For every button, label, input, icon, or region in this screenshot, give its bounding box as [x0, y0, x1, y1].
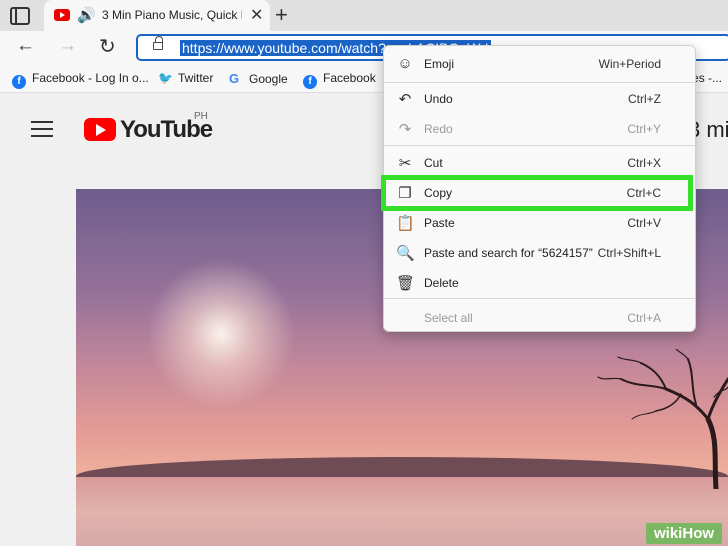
menu-item-label: Undo: [424, 92, 453, 106]
scissors-icon: ✂: [398, 155, 412, 172]
menu-item-shortcut: Ctrl+A: [627, 311, 661, 325]
copy-highlight-box: [381, 175, 693, 211]
tab-actions-icon[interactable]: [10, 7, 30, 25]
menu-separator: [384, 82, 695, 83]
tab-active[interactable]: 🔊 3 Min Piano Music, Quick Piano ✕: [44, 0, 270, 31]
menu-item-label: Cut: [424, 156, 443, 170]
wikihow-watermark: wikiHow: [646, 523, 723, 544]
bookmark-facebook-login[interactable]: f Facebook - Log In o...: [12, 71, 149, 89]
bookmark-twitter[interactable]: 🐦 Twitter: [158, 71, 213, 85]
menu-item-label: Emoji: [424, 57, 455, 71]
menu-item-paste-search[interactable]: 🔍 Paste and search for “5624157” Ctrl+Sh…: [384, 239, 697, 267]
redo-icon: ↷: [398, 121, 412, 138]
menu-item-cut[interactable]: ✂ Cut Ctrl+X: [384, 149, 697, 177]
close-tab-icon[interactable]: ✕: [250, 5, 263, 25]
new-tab-button[interactable]: +: [275, 2, 288, 28]
video-tree: [597, 349, 728, 489]
menu-item-emoji[interactable]: ☺ Emoji Win+Period: [384, 50, 697, 78]
bookmark-label: Facebook: [323, 71, 376, 85]
forward-button[interactable]: →: [58, 35, 77, 57]
menu-separator: [384, 145, 695, 146]
reload-button[interactable]: ↻: [99, 34, 116, 59]
paste-icon: 📋: [396, 215, 415, 232]
watermark-prefix: wiki: [654, 525, 683, 542]
facebook-icon: f: [303, 75, 317, 89]
menu-item-label: Redo: [424, 122, 453, 136]
menu-item-label: Paste: [424, 216, 455, 230]
google-icon: G: [229, 71, 240, 86]
tab-strip: 🔊 3 Min Piano Music, Quick Piano ✕ +: [0, 0, 728, 31]
menu-item-shortcut: Ctrl+V: [627, 216, 661, 230]
menu-item-shortcut: Ctrl+Y: [627, 122, 661, 136]
menu-item-shortcut: Ctrl+X: [627, 156, 661, 170]
menu-item-select-all: Select all Ctrl+A: [384, 304, 697, 332]
video-sun: [146, 259, 296, 409]
menu-item-label: Select all: [424, 311, 473, 325]
lock-icon[interactable]: [153, 36, 163, 50]
menu-item-undo[interactable]: ↶ Undo Ctrl+Z: [384, 85, 697, 113]
speaker-icon[interactable]: 🔊: [77, 6, 96, 24]
menu-item-paste[interactable]: 📋 Paste Ctrl+V: [384, 209, 697, 237]
back-button[interactable]: ←: [16, 35, 35, 57]
menu-item-label: Paste and search for “5624157”: [424, 246, 593, 260]
menu-item-redo: ↷ Redo Ctrl+Y: [384, 115, 697, 143]
bookmark-label: Twitter: [178, 71, 214, 85]
watermark-suffix: How: [682, 525, 715, 542]
bookmark-label: Google: [249, 72, 288, 86]
paste-search-icon: 🔍: [396, 245, 415, 262]
bookmark-facebook[interactable]: f Facebook: [303, 71, 376, 89]
youtube-favicon-icon: [54, 9, 70, 21]
menu-item-shortcut: Ctrl+Z: [628, 92, 661, 106]
menu-item-delete[interactable]: 🗑 Delete: [384, 269, 697, 297]
youtube-play-icon: [84, 118, 116, 141]
bookmark-google[interactable]: G Google: [229, 71, 288, 86]
bookmark-label: Facebook - Log In o...: [32, 71, 149, 85]
youtube-region: PH: [194, 111, 208, 122]
context-menu: ☺ Emoji Win+Period ↶ Undo Ctrl+Z ↷ Redo …: [381, 45, 697, 332]
facebook-icon: f: [12, 75, 26, 89]
trash-icon: 🗑: [396, 275, 416, 292]
menu-separator: [384, 298, 695, 299]
twitter-icon: 🐦: [158, 71, 173, 85]
tab-title: 3 Min Piano Music, Quick Piano: [102, 8, 242, 22]
emoji-icon: ☺: [397, 55, 413, 72]
undo-icon: ↶: [398, 91, 412, 108]
menu-hamburger-icon[interactable]: [31, 121, 53, 137]
menu-item-shortcut: Win+Period: [598, 57, 661, 71]
menu-item-label: Delete: [424, 276, 459, 290]
menu-item-shortcut: Ctrl+Shift+L: [597, 246, 661, 260]
